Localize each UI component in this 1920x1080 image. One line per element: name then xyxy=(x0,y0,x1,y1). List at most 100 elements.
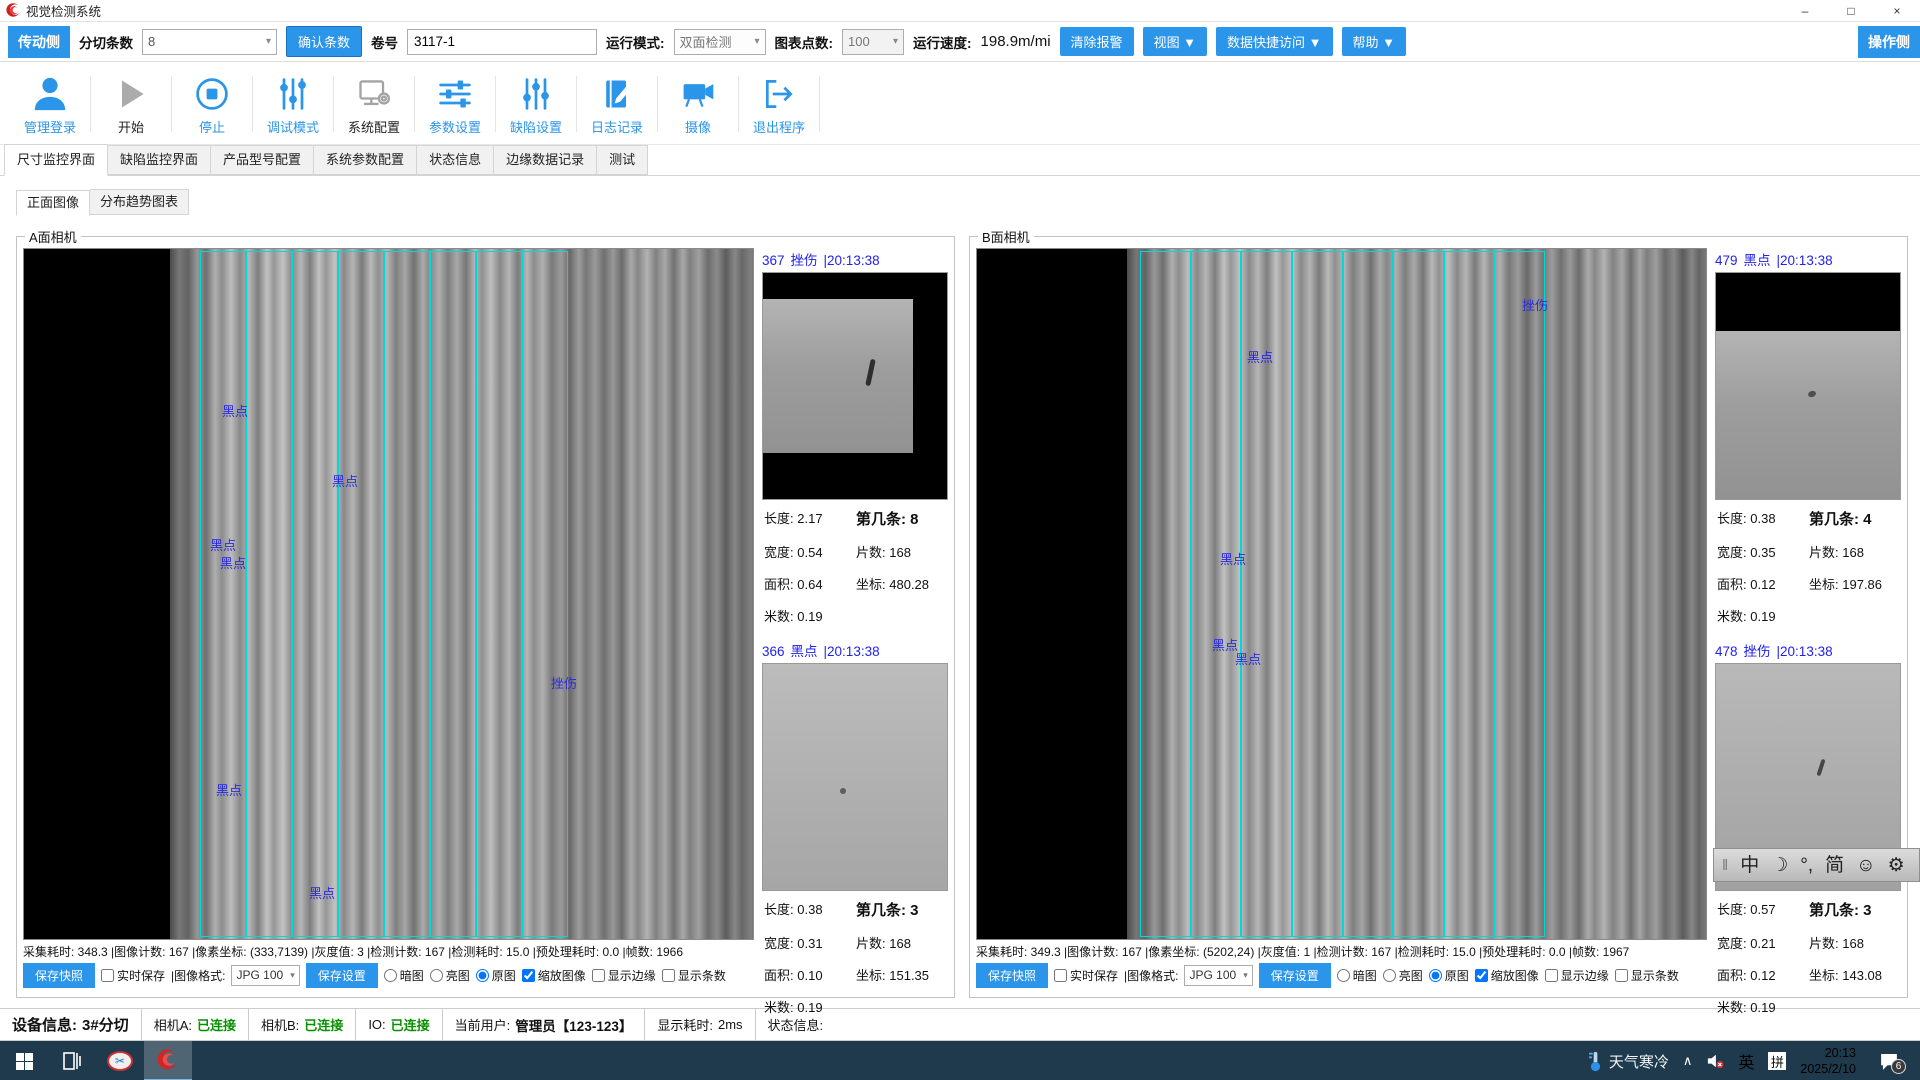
log-record-button[interactable]: 日志记录 xyxy=(577,74,657,136)
tab-test[interactable]: 测试 xyxy=(597,145,648,175)
system-config-button[interactable]: 系统配置 xyxy=(334,74,414,136)
dark-image-label: 暗图 xyxy=(1353,967,1377,984)
tool-label: 参数设置 xyxy=(429,117,481,136)
ime-mode-button[interactable]: 拼 xyxy=(1768,1052,1786,1070)
dark-image-radio[interactable] xyxy=(1337,969,1350,982)
moon-icon[interactable]: ☽ xyxy=(1771,856,1788,875)
save-settings-button[interactable]: 保存设置 xyxy=(306,963,378,988)
defect-card-header: 366黑点|20:13:38 xyxy=(762,639,948,663)
close-button[interactable]: × xyxy=(1874,0,1920,21)
help-menu-button[interactable]: 帮助 ▼ xyxy=(1342,27,1406,56)
device-info: 设备信息:3#分切 xyxy=(0,1009,142,1040)
hidden-icons-button[interactable]: ∧ xyxy=(1683,1053,1693,1069)
realtime-save-checkbox[interactable] xyxy=(1054,969,1067,982)
punctuation-toggle[interactable]: °, xyxy=(1800,856,1813,875)
drag-handle[interactable]: ‖ xyxy=(1722,857,1728,874)
stat-strip: 第几条: 4 xyxy=(1809,508,1899,529)
debug-mode-button[interactable]: 调试模式 xyxy=(253,74,333,136)
bright-image-radio[interactable] xyxy=(430,969,443,982)
show-strips-checkbox[interactable] xyxy=(1615,969,1628,982)
connected-status: 已连接 xyxy=(197,1015,236,1034)
volume-button[interactable] xyxy=(1706,1053,1724,1069)
exit-program-button[interactable]: 退出程序 xyxy=(739,74,819,136)
view-menu-button[interactable]: 视图 ▼ xyxy=(1143,27,1207,56)
show-edge-checkbox[interactable] xyxy=(592,969,605,982)
sliders-vertical-icon xyxy=(516,74,556,114)
chevron-down-icon: ▾ xyxy=(266,36,271,47)
subtab-trend-chart[interactable]: 分布趋势图表 xyxy=(90,189,189,215)
tab-size-monitor[interactable]: 尺寸监控界面 xyxy=(4,144,108,176)
clock-time: 20:13 xyxy=(1825,1046,1856,1060)
defect-id: 366 xyxy=(762,644,785,659)
bright-image-radio[interactable] xyxy=(1383,969,1396,982)
exit-icon xyxy=(759,74,799,114)
show-strips-checkbox[interactable] xyxy=(662,969,675,982)
weather-widget[interactable]: 天气寒冷 xyxy=(1588,1050,1669,1072)
defect-card[interactable]: 479黑点|20:13:38 长度: 0.38 第几条: 4 宽度: 0.35 … xyxy=(1715,248,1901,625)
strip-box xyxy=(522,251,568,937)
stop-button[interactable]: 停止 xyxy=(172,74,252,136)
ime-language-toggle[interactable]: 中 xyxy=(1740,856,1759,875)
minimize-button[interactable]: – xyxy=(1782,0,1828,21)
chart-points-select[interactable]: 100 ▾ xyxy=(842,29,904,55)
parameter-settings-button[interactable]: 参数设置 xyxy=(415,74,495,136)
camera-b-controls: 保存快照 实时保存 |图像格式: JPG 100▾ 保存设置 暗图 亮图 原图 … xyxy=(976,962,1707,988)
start-menu-button[interactable] xyxy=(0,1041,48,1080)
ime-settings-gear-icon[interactable]: ⚙ xyxy=(1888,856,1905,875)
original-image-radio[interactable] xyxy=(1429,969,1442,982)
strip-box xyxy=(1494,251,1545,937)
confirm-count-button[interactable]: 确认条数 xyxy=(286,26,362,57)
image-format-select[interactable]: JPG 100▾ xyxy=(1184,965,1252,986)
tab-defect-monitor[interactable]: 缺陷监控界面 xyxy=(108,145,211,175)
stat-meters: 米数: 0.19 xyxy=(1717,997,1809,1016)
zoom-image-checkbox[interactable] xyxy=(522,969,535,982)
defect-annotation: 黑点 xyxy=(210,535,236,554)
save-snapshot-button[interactable]: 保存快照 xyxy=(23,963,95,988)
defect-annotation: 黑点 xyxy=(216,780,242,799)
zoom-image-label: 缩放图像 xyxy=(538,967,586,984)
stat-area: 面积: 0.12 xyxy=(1717,965,1809,984)
original-image-radio[interactable] xyxy=(476,969,489,982)
subtab-front-image[interactable]: 正面图像 xyxy=(16,190,90,216)
defect-card[interactable]: 367挫伤|20:13:38 长度: 2.17 第几条: 8 宽度: 0.54 … xyxy=(762,248,948,625)
clock[interactable]: 20:13 2025/2/10 xyxy=(1800,1045,1856,1078)
defect-settings-button[interactable]: 缺陷设置 xyxy=(496,74,576,136)
strip-box xyxy=(292,251,338,937)
drive-side-button[interactable]: 传动侧 xyxy=(8,26,70,58)
slit-count-select[interactable]: 8 ▾ xyxy=(142,29,277,55)
operator-side-button[interactable]: 操作侧 xyxy=(1858,26,1920,58)
strip-box xyxy=(338,251,384,937)
realtime-save-checkbox[interactable] xyxy=(101,969,114,982)
show-edge-checkbox[interactable] xyxy=(1545,969,1558,982)
tab-product-model-config[interactable]: 产品型号配置 xyxy=(211,145,314,175)
task-view-button[interactable] xyxy=(48,1041,96,1080)
tab-system-param-config[interactable]: 系统参数配置 xyxy=(314,145,417,175)
language-indicator[interactable]: 英 xyxy=(1738,1049,1754,1073)
image-format-select[interactable]: JPG 100▾ xyxy=(231,965,299,986)
quick-access-menu-button[interactable]: 数据快捷访问 ▼ xyxy=(1216,27,1332,56)
sub-tab-strip: 正面图像 分布趋势图表 xyxy=(16,188,1920,215)
snipping-tool-button[interactable]: ✂ xyxy=(96,1041,144,1080)
emoji-button[interactable]: ☺ xyxy=(1856,856,1875,875)
inspection-app-taskbar-button[interactable] xyxy=(144,1041,192,1080)
start-button[interactable]: 开始 xyxy=(91,74,171,136)
windows-logo-icon xyxy=(16,1053,33,1070)
maximize-button[interactable]: □ xyxy=(1828,0,1874,21)
defect-card[interactable]: 366黑点|20:13:38 长度: 0.38 第几条: 3 宽度: 0.31 … xyxy=(762,639,948,1016)
admin-login-button[interactable]: 管理登录 xyxy=(10,74,90,136)
defect-card[interactable]: 478挫伤|20:13:38 长度: 0.57 第几条: 3 宽度: 0.21 … xyxy=(1715,639,1901,1016)
defect-card-header: 479黑点|20:13:38 xyxy=(1715,248,1901,272)
dark-image-radio[interactable] xyxy=(384,969,397,982)
roll-number-input[interactable] xyxy=(407,29,597,55)
capture-button[interactable]: 摄像 xyxy=(658,74,738,136)
tool-label: 停止 xyxy=(199,117,225,136)
notification-center-button[interactable]: 6 xyxy=(1870,1052,1908,1070)
simplified-chinese-toggle[interactable]: 简 xyxy=(1825,856,1844,875)
run-mode-select[interactable]: 双面检测 ▾ xyxy=(674,29,766,55)
zoom-image-checkbox[interactable] xyxy=(1475,969,1488,982)
tab-status-info[interactable]: 状态信息 xyxy=(417,145,494,175)
save-snapshot-button[interactable]: 保存快照 xyxy=(976,963,1048,988)
tab-edge-data-record[interactable]: 边缘数据记录 xyxy=(494,145,597,175)
save-settings-button[interactable]: 保存设置 xyxy=(1259,963,1331,988)
clear-alarm-button[interactable]: 清除报警 xyxy=(1060,27,1134,56)
